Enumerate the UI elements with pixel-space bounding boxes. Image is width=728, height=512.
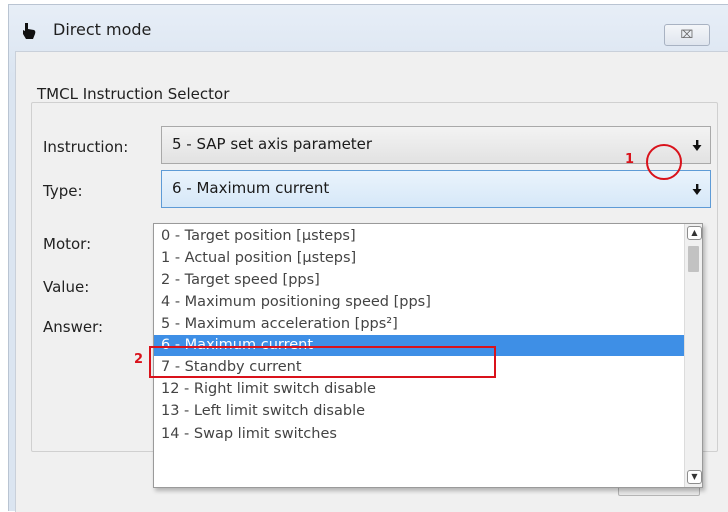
instruction-value: 5 - SAP set axis parameter — [172, 135, 373, 153]
list-item[interactable]: 12 - Right limit switch disable — [154, 379, 691, 400]
list-item[interactable]: 4 - Maximum positioning speed [pps] — [154, 292, 691, 313]
list-item[interactable]: 13 - Left limit switch disable — [154, 401, 691, 422]
instruction-label: Instruction: — [43, 138, 129, 156]
type-value: 6 - Maximum current — [172, 179, 330, 197]
close-icon: ⌧ — [680, 28, 694, 41]
list-item[interactable]: 1 - Actual position [µsteps] — [154, 248, 691, 269]
chevron-down-icon[interactable] — [692, 140, 702, 152]
annotation-highlight-box — [149, 346, 496, 378]
scroll-up-button[interactable]: ▲ — [687, 226, 702, 240]
list-item[interactable]: 2 - Target speed [pps] — [154, 270, 691, 291]
chevron-up-icon: ▲ — [691, 228, 698, 237]
list-item[interactable]: 14 - Swap limit switches — [154, 424, 691, 445]
window-title: Direct mode — [53, 20, 152, 39]
group-title: TMCL Instruction Selector — [37, 85, 230, 103]
annotation-marker-2: 2 — [134, 352, 144, 367]
type-select[interactable]: 6 - Maximum current — [161, 170, 711, 208]
value-label: Value: — [43, 278, 90, 296]
annotation-marker-1: 1 — [625, 152, 635, 167]
answer-label: Answer: — [43, 318, 104, 336]
chevron-down-icon[interactable] — [692, 184, 702, 196]
title-bar: Direct mode ⌧ — [9, 5, 728, 51]
pointing-hand-icon — [23, 23, 36, 39]
close-button[interactable]: ⌧ — [664, 24, 710, 46]
scrollbar-thumb[interactable] — [688, 246, 699, 272]
annotation-circle — [646, 144, 682, 180]
list-item[interactable]: 5 - Maximum acceleration [pps²] — [154, 314, 691, 335]
scroll-down-button[interactable]: ▼ — [687, 470, 702, 484]
chevron-down-icon: ▼ — [691, 472, 698, 481]
vertical-scrollbar[interactable]: ▲ ▼ — [684, 224, 702, 487]
type-label: Type: — [43, 182, 83, 200]
list-item[interactable]: 0 - Target position [µsteps] — [154, 226, 691, 247]
motor-label: Motor: — [43, 235, 92, 253]
